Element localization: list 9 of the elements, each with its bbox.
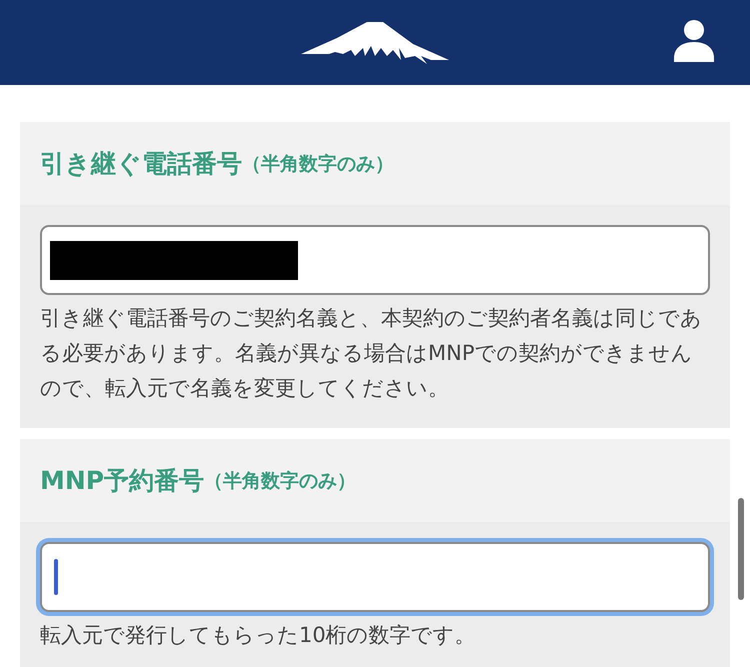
- field-label: MNP予約番号: [40, 465, 204, 497]
- help-text: 転入元で発行してもらった10桁の数字です。: [40, 622, 477, 649]
- input-field[interactable]: [40, 225, 710, 295]
- user-button[interactable]: [674, 20, 714, 62]
- field-note: （半角数字のみ）: [242, 152, 394, 176]
- field-note: （半角数字のみ）: [204, 468, 356, 494]
- text-cursor: [54, 559, 58, 595]
- field-label: 引き継ぐ電話番号: [40, 148, 242, 180]
- help-text: 引き継ぐ電話番号のご契約名義と、本契約のご契約者名義は同じである必要があります。名義が異なる場合はMNPでの契約ができませんので、転入元で名義を変更してください。: [40, 305, 703, 402]
